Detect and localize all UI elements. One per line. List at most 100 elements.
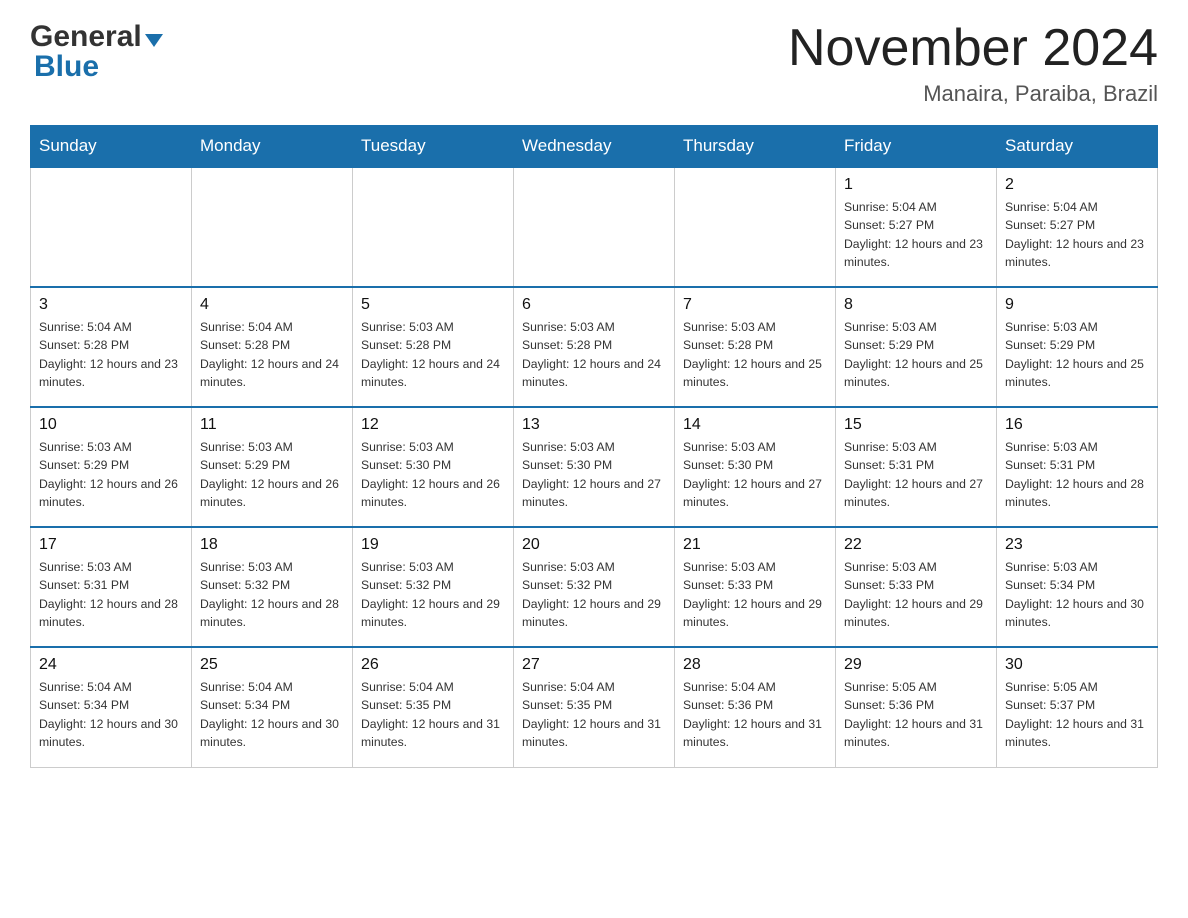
month-title: November 2024 — [788, 20, 1158, 77]
calendar-cell — [514, 167, 675, 287]
calendar-table: SundayMondayTuesdayWednesdayThursdayFrid… — [30, 125, 1158, 768]
day-number: 11 — [200, 416, 344, 434]
daylight-text: Daylight: 12 hours and 30 minutes. — [1005, 597, 1144, 629]
daylight-text: Daylight: 12 hours and 25 minutes. — [844, 357, 983, 389]
daylight-text: Daylight: 12 hours and 24 minutes. — [522, 357, 661, 389]
day-number: 12 — [361, 416, 505, 434]
sunset-text: Sunset: 5:28 PM — [683, 338, 773, 352]
day-info: Sunrise: 5:04 AMSunset: 5:27 PMDaylight:… — [1005, 198, 1149, 271]
calendar-cell — [192, 167, 353, 287]
sunset-text: Sunset: 5:31 PM — [844, 458, 934, 472]
calendar-cell — [353, 167, 514, 287]
day-number: 23 — [1005, 536, 1149, 554]
sunset-text: Sunset: 5:34 PM — [200, 698, 290, 712]
daylight-text: Daylight: 12 hours and 31 minutes. — [1005, 717, 1144, 749]
daylight-text: Daylight: 12 hours and 26 minutes. — [361, 477, 500, 509]
day-info: Sunrise: 5:04 AMSunset: 5:34 PMDaylight:… — [39, 678, 183, 751]
sunset-text: Sunset: 5:36 PM — [844, 698, 934, 712]
sunset-text: Sunset: 5:36 PM — [683, 698, 773, 712]
day-info: Sunrise: 5:03 AMSunset: 5:30 PMDaylight:… — [361, 438, 505, 511]
daylight-text: Daylight: 12 hours and 29 minutes. — [361, 597, 500, 629]
sunrise-text: Sunrise: 5:04 AM — [844, 200, 937, 214]
day-number: 30 — [1005, 656, 1149, 674]
week-row-3: 10 Sunrise: 5:03 AMSunset: 5:29 PMDayligh… — [31, 407, 1158, 527]
day-info: Sunrise: 5:04 AMSunset: 5:28 PMDaylight:… — [39, 318, 183, 391]
calendar-cell: 29Sunrise: 5:05 AMSunset: 5:36 PMDayligh… — [836, 647, 997, 767]
sunrise-text: Sunrise: 5:04 AM — [683, 680, 776, 694]
sunrise-text: Sunrise: 5:03 AM — [1005, 440, 1098, 454]
day-number: 9 — [1005, 296, 1149, 314]
sunset-text: Sunset: 5:31 PM — [39, 578, 129, 592]
day-info: Sunrise: 5:03 AMSunset: 5:29 PMDaylight:… — [1005, 318, 1149, 391]
sunset-text: Sunset: 5:37 PM — [1005, 698, 1095, 712]
day-number: 27 — [522, 656, 666, 674]
day-info: Sunrise: 5:03 AMSunset: 5:33 PMDaylight:… — [844, 558, 988, 631]
calendar-cell: 7Sunrise: 5:03 AMSunset: 5:28 PMDaylight… — [675, 287, 836, 407]
day-info: Sunrise: 5:03 AMSunset: 5:29 PMDaylight:… — [200, 438, 344, 511]
sunrise-text: Sunrise: 5:03 AM — [844, 560, 937, 574]
day-number: 28 — [683, 656, 827, 674]
daylight-text: Daylight: 12 hours and 26 minutes. — [200, 477, 339, 509]
sunrise-text: Sunrise: 5:04 AM — [200, 680, 293, 694]
sunset-text: Sunset: 5:32 PM — [200, 578, 290, 592]
day-info: Sunrise: 5:03 AMSunset: 5:33 PMDaylight:… — [683, 558, 827, 631]
sunrise-text: Sunrise: 5:03 AM — [683, 560, 776, 574]
weekday-header-friday: Friday — [836, 126, 997, 168]
sunset-text: Sunset: 5:33 PM — [844, 578, 934, 592]
weekday-header-row: SundayMondayTuesdayWednesdayThursdayFrid… — [31, 126, 1158, 168]
daylight-text: Daylight: 12 hours and 30 minutes. — [39, 717, 178, 749]
day-info: Sunrise: 5:05 AMSunset: 5:36 PMDaylight:… — [844, 678, 988, 751]
day-number: 17 — [39, 536, 183, 554]
sunrise-text: Sunrise: 5:03 AM — [361, 560, 454, 574]
daylight-text: Daylight: 12 hours and 24 minutes. — [200, 357, 339, 389]
daylight-text: Daylight: 12 hours and 23 minutes. — [39, 357, 178, 389]
sunrise-text: Sunrise: 5:03 AM — [200, 560, 293, 574]
logo-general: General — [30, 20, 142, 54]
day-info: Sunrise: 5:03 AMSunset: 5:30 PMDaylight:… — [522, 438, 666, 511]
day-number: 26 — [361, 656, 505, 674]
calendar-cell: 28Sunrise: 5:04 AMSunset: 5:36 PMDayligh… — [675, 647, 836, 767]
daylight-text: Daylight: 12 hours and 30 minutes. — [200, 717, 339, 749]
sunrise-text: Sunrise: 5:03 AM — [844, 440, 937, 454]
daylight-text: Daylight: 12 hours and 28 minutes. — [39, 597, 178, 629]
calendar-cell: 19Sunrise: 5:03 AMSunset: 5:32 PMDayligh… — [353, 527, 514, 647]
calendar-cell: 4Sunrise: 5:04 AMSunset: 5:28 PMDaylight… — [192, 287, 353, 407]
calendar-cell — [675, 167, 836, 287]
day-number: 10 — [39, 416, 183, 434]
day-number: 5 — [361, 296, 505, 314]
day-info: Sunrise: 5:03 AMSunset: 5:28 PMDaylight:… — [683, 318, 827, 391]
calendar-cell: 18Sunrise: 5:03 AMSunset: 5:32 PMDayligh… — [192, 527, 353, 647]
daylight-text: Daylight: 12 hours and 24 minutes. — [361, 357, 500, 389]
daylight-text: Daylight: 12 hours and 29 minutes. — [522, 597, 661, 629]
location: Manaira, Paraiba, Brazil — [788, 81, 1158, 107]
sunset-text: Sunset: 5:32 PM — [361, 578, 451, 592]
calendar-cell: 13Sunrise: 5:03 AMSunset: 5:30 PMDayligh… — [514, 407, 675, 527]
title-block: November 2024 Manaira, Paraiba, Brazil — [788, 20, 1158, 107]
calendar-cell: 27 Sunrise: 5:04 AMSunset: 5:35 PMDayligh… — [514, 647, 675, 767]
sunrise-text: Sunrise: 5:03 AM — [361, 440, 454, 454]
calendar-cell: 9 Sunrise: 5:03 AMSunset: 5:29 PMDaylight… — [997, 287, 1158, 407]
day-info: Sunrise: 5:04 AMSunset: 5:35 PMDaylight:… — [361, 678, 505, 751]
daylight-text: Daylight: 12 hours and 28 minutes. — [200, 597, 339, 629]
sunrise-text: Sunrise: 5:03 AM — [522, 440, 615, 454]
day-info: Sunrise: 5:03 AMSunset: 5:29 PMDaylight:… — [844, 318, 988, 391]
week-row-1: 1Sunrise: 5:04 AMSunset: 5:27 PMDaylight… — [31, 167, 1158, 287]
day-number: 2 — [1005, 176, 1149, 194]
sunset-text: Sunset: 5:27 PM — [844, 218, 934, 232]
day-number: 6 — [522, 296, 666, 314]
day-info: Sunrise: 5:04 AMSunset: 5:35 PMDaylight:… — [522, 678, 666, 751]
calendar-cell: 11 Sunrise: 5:03 AMSunset: 5:29 PMDayligh… — [192, 407, 353, 527]
calendar-cell — [31, 167, 192, 287]
weekday-header-saturday: Saturday — [997, 126, 1158, 168]
calendar-cell: 3Sunrise: 5:04 AMSunset: 5:28 PMDaylight… — [31, 287, 192, 407]
sunset-text: Sunset: 5:33 PM — [683, 578, 773, 592]
day-number: 16 — [1005, 416, 1149, 434]
calendar-cell: 15Sunrise: 5:03 AMSunset: 5:31 PMDayligh… — [836, 407, 997, 527]
day-number: 21 — [683, 536, 827, 554]
day-number: 25 — [200, 656, 344, 674]
sunset-text: Sunset: 5:28 PM — [39, 338, 129, 352]
daylight-text: Daylight: 12 hours and 28 minutes. — [1005, 477, 1144, 509]
calendar-cell: 10 Sunrise: 5:03 AMSunset: 5:29 PMDayligh… — [31, 407, 192, 527]
weekday-header-sunday: Sunday — [31, 126, 192, 168]
day-info: Sunrise: 5:03 AMSunset: 5:29 PMDaylight:… — [39, 438, 183, 511]
